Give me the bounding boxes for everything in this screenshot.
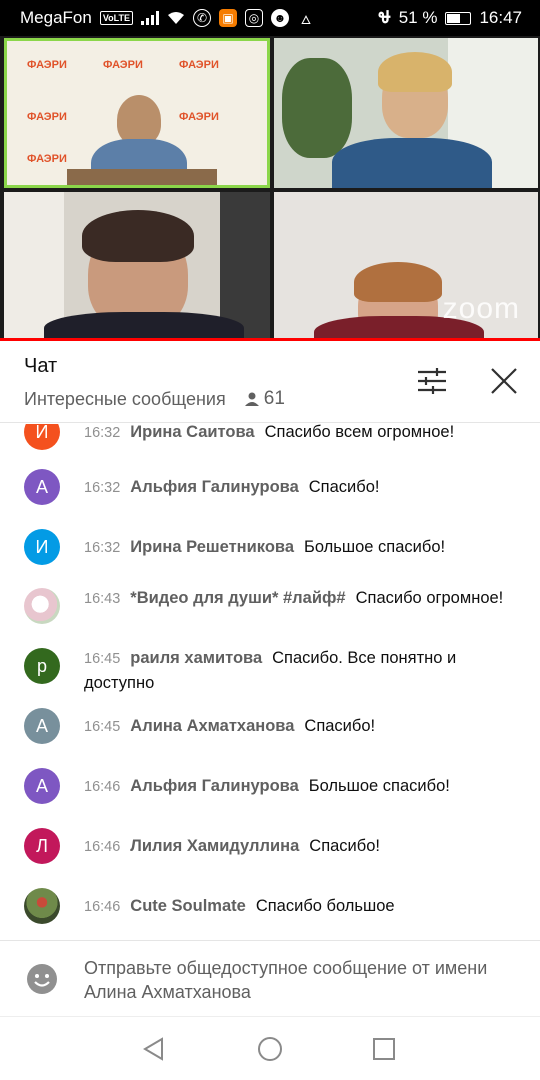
zoom-watermark: zoom: [442, 292, 520, 325]
participant-tile-speaker: ФАЭРИ ФАЭРИ ФАЭРИ ФАЭРИ ФАЭРИ ФАЭРИ: [4, 38, 270, 188]
recents-square-icon: [373, 1038, 395, 1060]
message-text: Большое спасибо!: [308, 777, 450, 795]
back-triangle-icon: [143, 1037, 163, 1061]
avatar[interactable]: [24, 588, 60, 624]
message-time: 16:45: [84, 719, 121, 735]
participant-tile-3: [4, 192, 270, 338]
message-author[interactable]: Ирина Саитова: [130, 424, 254, 441]
close-chat-button[interactable]: [486, 363, 522, 399]
message-author[interactable]: Альфия Галинурова: [130, 777, 298, 795]
shop-app-icon: ▣: [219, 9, 237, 27]
message-time: 16:32: [84, 480, 121, 496]
chat-mode-label: Интересные сообщения: [24, 388, 226, 409]
message-time: 16:46: [84, 899, 121, 915]
sliders-icon: [418, 368, 446, 394]
chat-settings-button[interactable]: [414, 363, 450, 399]
chat-message-list[interactable]: И 16:32 Ирина Саитова Спасибо всем огромно…: [0, 424, 540, 938]
system-navigation-bar: [0, 1016, 540, 1080]
chat-message-input[interactable]: Отправьте общедоступное сообщение от име…: [84, 956, 504, 1004]
message-time: 16:46: [84, 839, 121, 855]
viewer-count-value: 61: [263, 388, 285, 409]
avatar[interactable]: А: [24, 708, 60, 744]
participant-tile-2: [274, 38, 538, 188]
status-bar: MegaFon VoLTE ✆ ▣ ◎ ☻ 🜂 Ꮰ 51 % 16:47: [0, 0, 540, 36]
smiley-icon: [27, 964, 57, 994]
chat-mode-selector[interactable]: Интересные сообщения 61: [24, 388, 285, 410]
viewer-count: 61: [244, 388, 285, 410]
person-icon: [244, 392, 259, 406]
message-time: 16:32: [84, 540, 121, 556]
message-author[interactable]: Лилия Хамидуллина: [130, 837, 299, 855]
message-time: 16:45: [84, 651, 121, 667]
battery-icon: [445, 11, 472, 25]
message-time: 16:46: [84, 779, 121, 795]
signal-icon: [141, 11, 159, 25]
flame-app-icon: 🜂: [300, 12, 312, 27]
message-text: Спасибо!: [308, 478, 380, 496]
whatsapp-icon: ✆: [193, 9, 211, 27]
message-author[interactable]: *Видео для души* #лайф#: [130, 589, 345, 607]
message-author[interactable]: Ирина Решетникова: [130, 538, 294, 556]
chat-header: Чат Интересные сообщения 61: [0, 341, 540, 423]
home-button[interactable]: [254, 1033, 286, 1065]
message-text: Спасибо огромное!: [355, 589, 504, 607]
nfc-icon: Ꮰ: [378, 8, 391, 27]
avatar[interactable]: А: [24, 469, 60, 505]
message-text: Спасибо большое: [255, 897, 395, 915]
close-icon: [491, 368, 517, 394]
message-author[interactable]: Альфия Галинурова: [130, 478, 298, 496]
carrier-name: MegaFon: [20, 8, 92, 27]
home-circle-icon: [258, 1037, 282, 1061]
chat-input-bar[interactable]: Отправьте общедоступное сообщение от име…: [0, 940, 540, 1016]
volte-badge: VoLTE: [99, 11, 133, 25]
wifi-icon: [168, 12, 184, 24]
avatar[interactable]: И: [24, 424, 60, 450]
emoji-button[interactable]: [26, 963, 58, 995]
battery-percent: 51 %: [398, 8, 438, 27]
avatar[interactable]: [24, 888, 60, 924]
instagram-icon: ◎: [245, 9, 263, 27]
chat-title: Чат: [24, 355, 58, 377]
message-author[interactable]: Алина Ахматханова: [130, 717, 294, 735]
message-text: Спасибо!: [304, 717, 376, 735]
message-text: Спасибо!: [309, 837, 380, 855]
avatar[interactable]: р: [24, 648, 60, 684]
message-text: Спасибо всем огромное!: [264, 424, 455, 441]
message-time: 16:43: [84, 591, 121, 607]
panda-app-icon: ☻: [271, 9, 289, 27]
message-author[interactable]: Cute Soulmate: [130, 897, 246, 915]
avatar[interactable]: И: [24, 529, 60, 565]
recents-button[interactable]: [368, 1033, 400, 1065]
message-author[interactable]: раиля хамитова: [130, 649, 262, 667]
participant-tile-4: zoom: [274, 192, 538, 338]
back-button[interactable]: [138, 1033, 170, 1065]
avatar[interactable]: Л: [24, 828, 60, 864]
message-text: Большое спасибо!: [304, 538, 446, 556]
video-player[interactable]: ФАЭРИ ФАЭРИ ФАЭРИ ФАЭРИ ФАЭРИ ФАЭРИ zoom: [0, 36, 540, 338]
clock: 16:47: [479, 8, 522, 27]
message-time: 16:32: [84, 425, 121, 441]
avatar[interactable]: А: [24, 768, 60, 804]
